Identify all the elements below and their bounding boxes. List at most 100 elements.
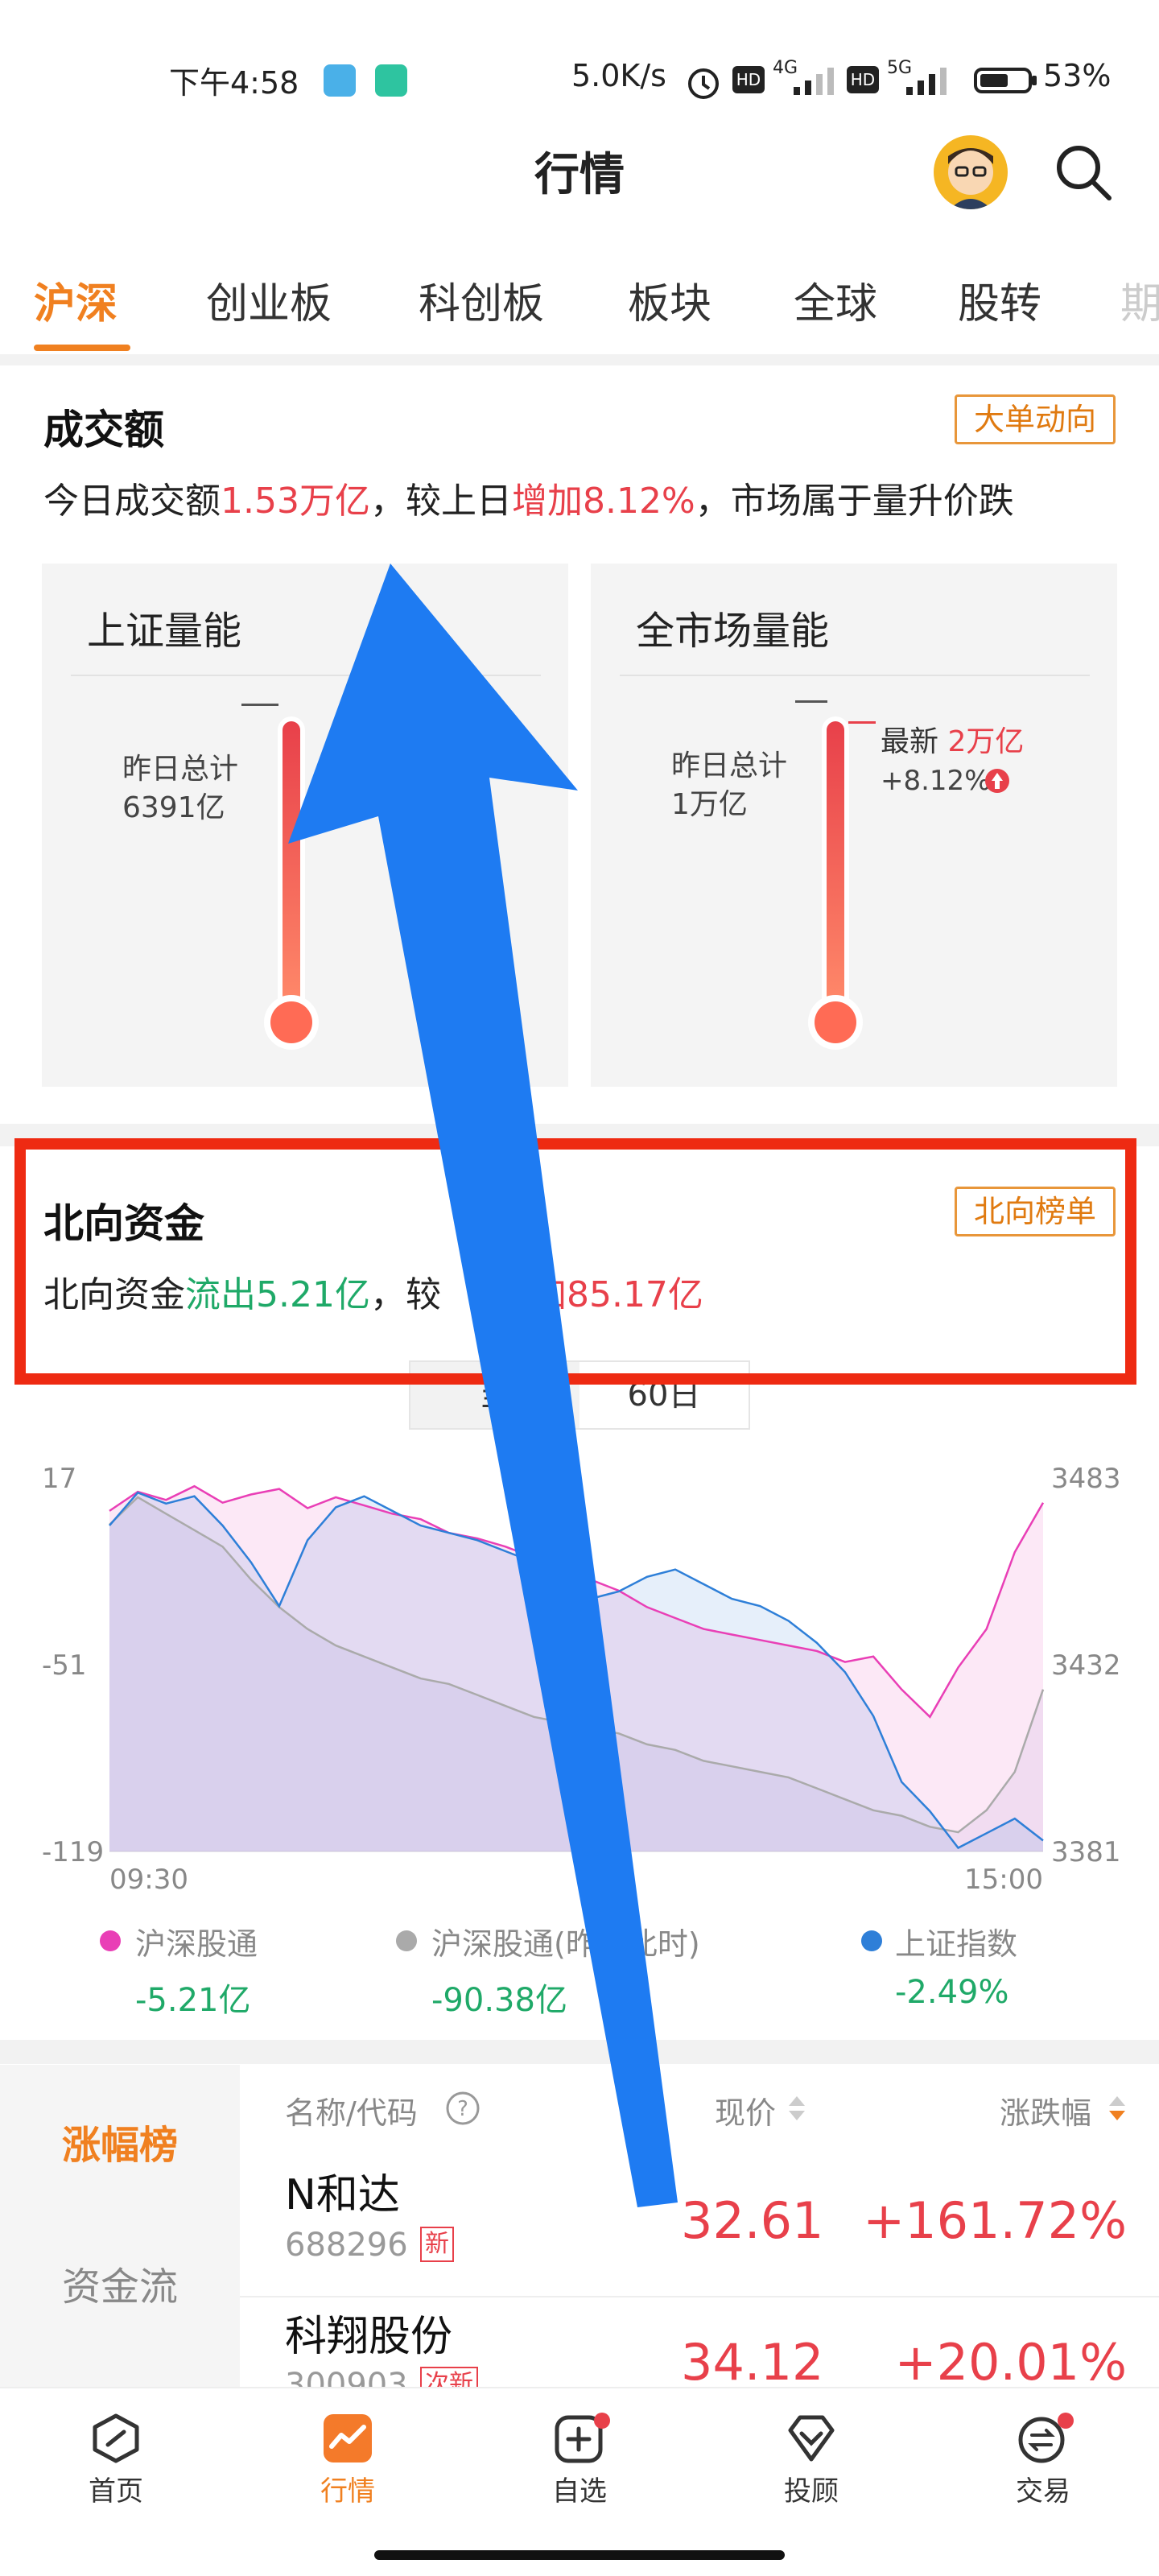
stock-name: N和达: [285, 2171, 400, 2219]
home-indicator: [374, 2550, 785, 2560]
y-left-tick: -51: [42, 1649, 87, 1682]
advisor-icon: [788, 2415, 835, 2462]
divider: [0, 354, 1159, 365]
y-left-tick: 17: [42, 1463, 76, 1495]
market-volume-card[interactable]: 全市场量能 昨日总计 1万亿 最新 2万亿 +8.12%: [591, 564, 1117, 1087]
y-right-tick: 3432: [1051, 1649, 1121, 1682]
stock-change: +161.72%: [863, 2191, 1127, 2250]
sh-volume-card[interactable]: 上证量能 昨日总计 6391亿: [42, 564, 568, 1087]
nav-home[interactable]: 首页: [0, 2388, 232, 2576]
legend-label: 沪深股通(昨日此时): [431, 1926, 700, 1962]
trade-icon: [1018, 2413, 1074, 2463]
watchlist-icon: [555, 2413, 610, 2463]
x-tick: 09:30: [109, 1864, 188, 1896]
row-divider: [240, 2296, 1159, 2297]
up-arrow-icon: [985, 769, 1009, 793]
nav-label: 行情: [320, 2475, 375, 2508]
net-speed: 5.0K/s: [571, 58, 666, 93]
stock-change: +20.01%: [894, 2333, 1127, 2392]
alarm-icon: [688, 68, 719, 99]
side-tab-fundflow[interactable]: 资金流: [0, 2255, 240, 2311]
thermometer-icon: [264, 716, 319, 1050]
card-title: 上证量能: [87, 609, 242, 654]
search-icon[interactable]: [1053, 142, 1114, 203]
yesterday-marker: [795, 700, 827, 703]
nav-advisor[interactable]: 投顾: [695, 2388, 927, 2576]
battery-icon: [974, 68, 1037, 93]
nav-label: 投顾: [784, 2475, 839, 2508]
yesterday-value: 6391亿: [122, 791, 225, 824]
col-header-name: 名称/代码: [285, 2095, 418, 2131]
nav-label: 交易: [1016, 2475, 1070, 2508]
card-divider: [71, 675, 541, 676]
legend-dot-gray: [396, 1930, 417, 1951]
turnover-desc: 今日成交额1.53万亿，较上日增加8.12%，市场属于量升价跌: [43, 481, 1014, 522]
bottom-nav: 首页 行情 自选 投顾 交易: [0, 2387, 1159, 2576]
status-bar: 下午4:58 5.0K/s HD 4G HD 5G 53%: [0, 48, 1159, 113]
yesterday-label: 昨日总计: [122, 753, 239, 786]
app-notification-icon: [324, 64, 356, 97]
svg-text:?: ?: [457, 2097, 468, 2121]
nav-label: 自选: [552, 2475, 607, 2508]
signal-icon: [794, 68, 834, 95]
battery-percent: 53%: [1043, 58, 1112, 93]
sort-desc-icon[interactable]: [1107, 2095, 1127, 2122]
legend-label: 上证指数: [895, 1926, 1018, 1962]
latest-change: +8.12%: [881, 765, 991, 797]
tab-chuangyeban[interactable]: 创业板: [206, 270, 332, 330]
legend-label: 沪深股通: [135, 1926, 258, 1962]
nav-label: 首页: [89, 2475, 143, 2508]
card-divider: [620, 675, 1090, 676]
tab-qi[interactable]: 期: [1120, 270, 1159, 330]
tab-guzhuan[interactable]: 股转: [958, 270, 1041, 330]
col-header-price[interactable]: 现价: [715, 2088, 776, 2132]
ranking-side-tabs: 涨幅榜 资金流: [0, 2065, 240, 2391]
northbound-chart: 17 -51 -119 3483 3432 3381 09:30 15:00: [42, 1463, 1121, 1896]
stock-price: 34.12: [681, 2333, 824, 2392]
x-tick: 15:00: [964, 1864, 1043, 1896]
tab-quanqiu[interactable]: 全球: [794, 270, 877, 330]
tab-kechuangban[interactable]: 科创板: [419, 270, 544, 330]
yesterday-marker: [241, 704, 278, 706]
y-right-tick: 3483: [1051, 1463, 1121, 1495]
card-title: 全市场量能: [636, 609, 830, 654]
col-header-change[interactable]: 涨跌幅: [1000, 2088, 1091, 2132]
sort-icon[interactable]: [787, 2095, 806, 2122]
legend-dot-pink: [100, 1930, 121, 1951]
y-left-tick: -119: [42, 1836, 104, 1868]
nav-watchlist[interactable]: 自选: [464, 2388, 695, 2576]
thermometer-icon: [808, 716, 863, 1050]
tab-bankuai[interactable]: 板块: [628, 270, 711, 330]
yesterday-value: 1万亿: [671, 788, 748, 821]
highlight-box: [14, 1138, 1136, 1385]
home-icon: [93, 2413, 139, 2463]
chat-notification-icon: [375, 64, 407, 97]
hd-icon: HD: [732, 66, 765, 93]
legend-dot-blue: [861, 1930, 882, 1951]
stock-name: 科翔股份: [285, 2313, 453, 2361]
hd-icon-2: HD: [847, 66, 879, 93]
legend-value: -90.38亿: [431, 1982, 567, 2019]
divider: [0, 2040, 1159, 2064]
market-icon: [324, 2414, 372, 2462]
active-tab-indicator: [34, 345, 130, 351]
turnover-title: 成交额: [43, 407, 164, 453]
avatar-face-icon: [948, 148, 993, 209]
nav-market[interactable]: 行情: [232, 2388, 464, 2576]
signal-icon-2: [906, 68, 947, 95]
stock-price: 32.61: [681, 2191, 824, 2250]
latest-line: 最新 2万亿: [881, 725, 1025, 758]
legend-value: -5.21亿: [135, 1982, 251, 2019]
side-tab-gainers[interactable]: 涨幅榜: [0, 2113, 240, 2169]
status-time: 下午4:58: [169, 65, 299, 101]
help-icon[interactable]: ?: [444, 2090, 481, 2127]
large-order-button[interactable]: 大单动向: [955, 394, 1116, 444]
new-badge: 新: [420, 2227, 454, 2262]
user-avatar[interactable]: [934, 135, 1008, 209]
legend-value: -2.49%: [895, 1974, 1009, 2011]
tab-hushen[interactable]: 沪深: [34, 270, 118, 330]
stock-code: 688296: [285, 2227, 408, 2264]
nav-trade[interactable]: 交易: [927, 2388, 1159, 2576]
yesterday-label: 昨日总计: [671, 749, 788, 782]
y-right-tick: 3381: [1051, 1836, 1121, 1868]
